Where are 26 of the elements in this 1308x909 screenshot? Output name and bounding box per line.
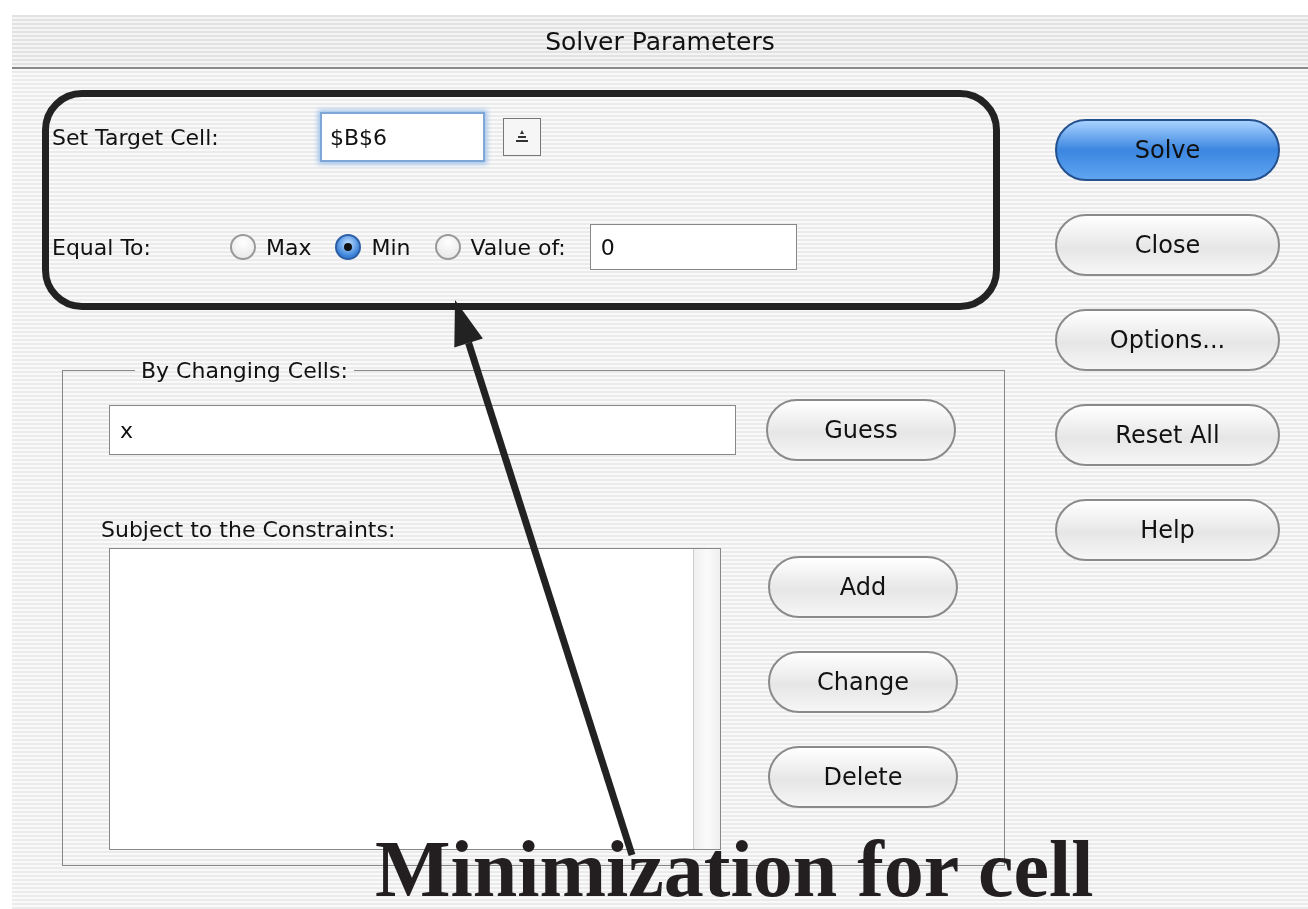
window-title: Solver Parameters (545, 26, 775, 56)
default-button[interactable]: Solve (1055, 119, 1280, 181)
radio-button[interactable] (335, 234, 362, 260)
changing-cells-field[interactable]: x (109, 405, 736, 455)
value-field[interactable]: 0 (589, 224, 797, 270)
constraint-button[interactable]: Add (768, 556, 958, 618)
target-cell-field[interactable]: $B$6 (320, 112, 485, 162)
radio-button[interactable] (434, 234, 461, 260)
radio-label: Min (371, 234, 411, 260)
annotation-caption: Minimization for cell (375, 829, 1094, 909)
target-cell-label: Set Target Cell: (52, 124, 220, 150)
dialog-button[interactable]: Reset All (1055, 404, 1280, 466)
collapse-dialog-button[interactable] (503, 118, 541, 156)
equal-to-label: Equal To: (52, 234, 152, 260)
radio-button[interactable] (230, 234, 256, 260)
dialog-button[interactable]: Close (1055, 214, 1280, 276)
group-legend: By Changing Cells: (135, 358, 354, 383)
radio-label: Value of: (470, 234, 566, 260)
stack-icon (513, 129, 531, 145)
constraints-label: Subject to the Constraints: (101, 517, 397, 542)
constraint-button[interactable]: Delete (768, 746, 958, 808)
radio-label: Max (266, 234, 312, 260)
dialog-button[interactable]: Help (1055, 499, 1280, 561)
dialog-button[interactable]: Options... (1055, 309, 1280, 371)
constraint-button[interactable]: Change (768, 651, 958, 713)
guess-button[interactable]: Guess (766, 399, 956, 461)
